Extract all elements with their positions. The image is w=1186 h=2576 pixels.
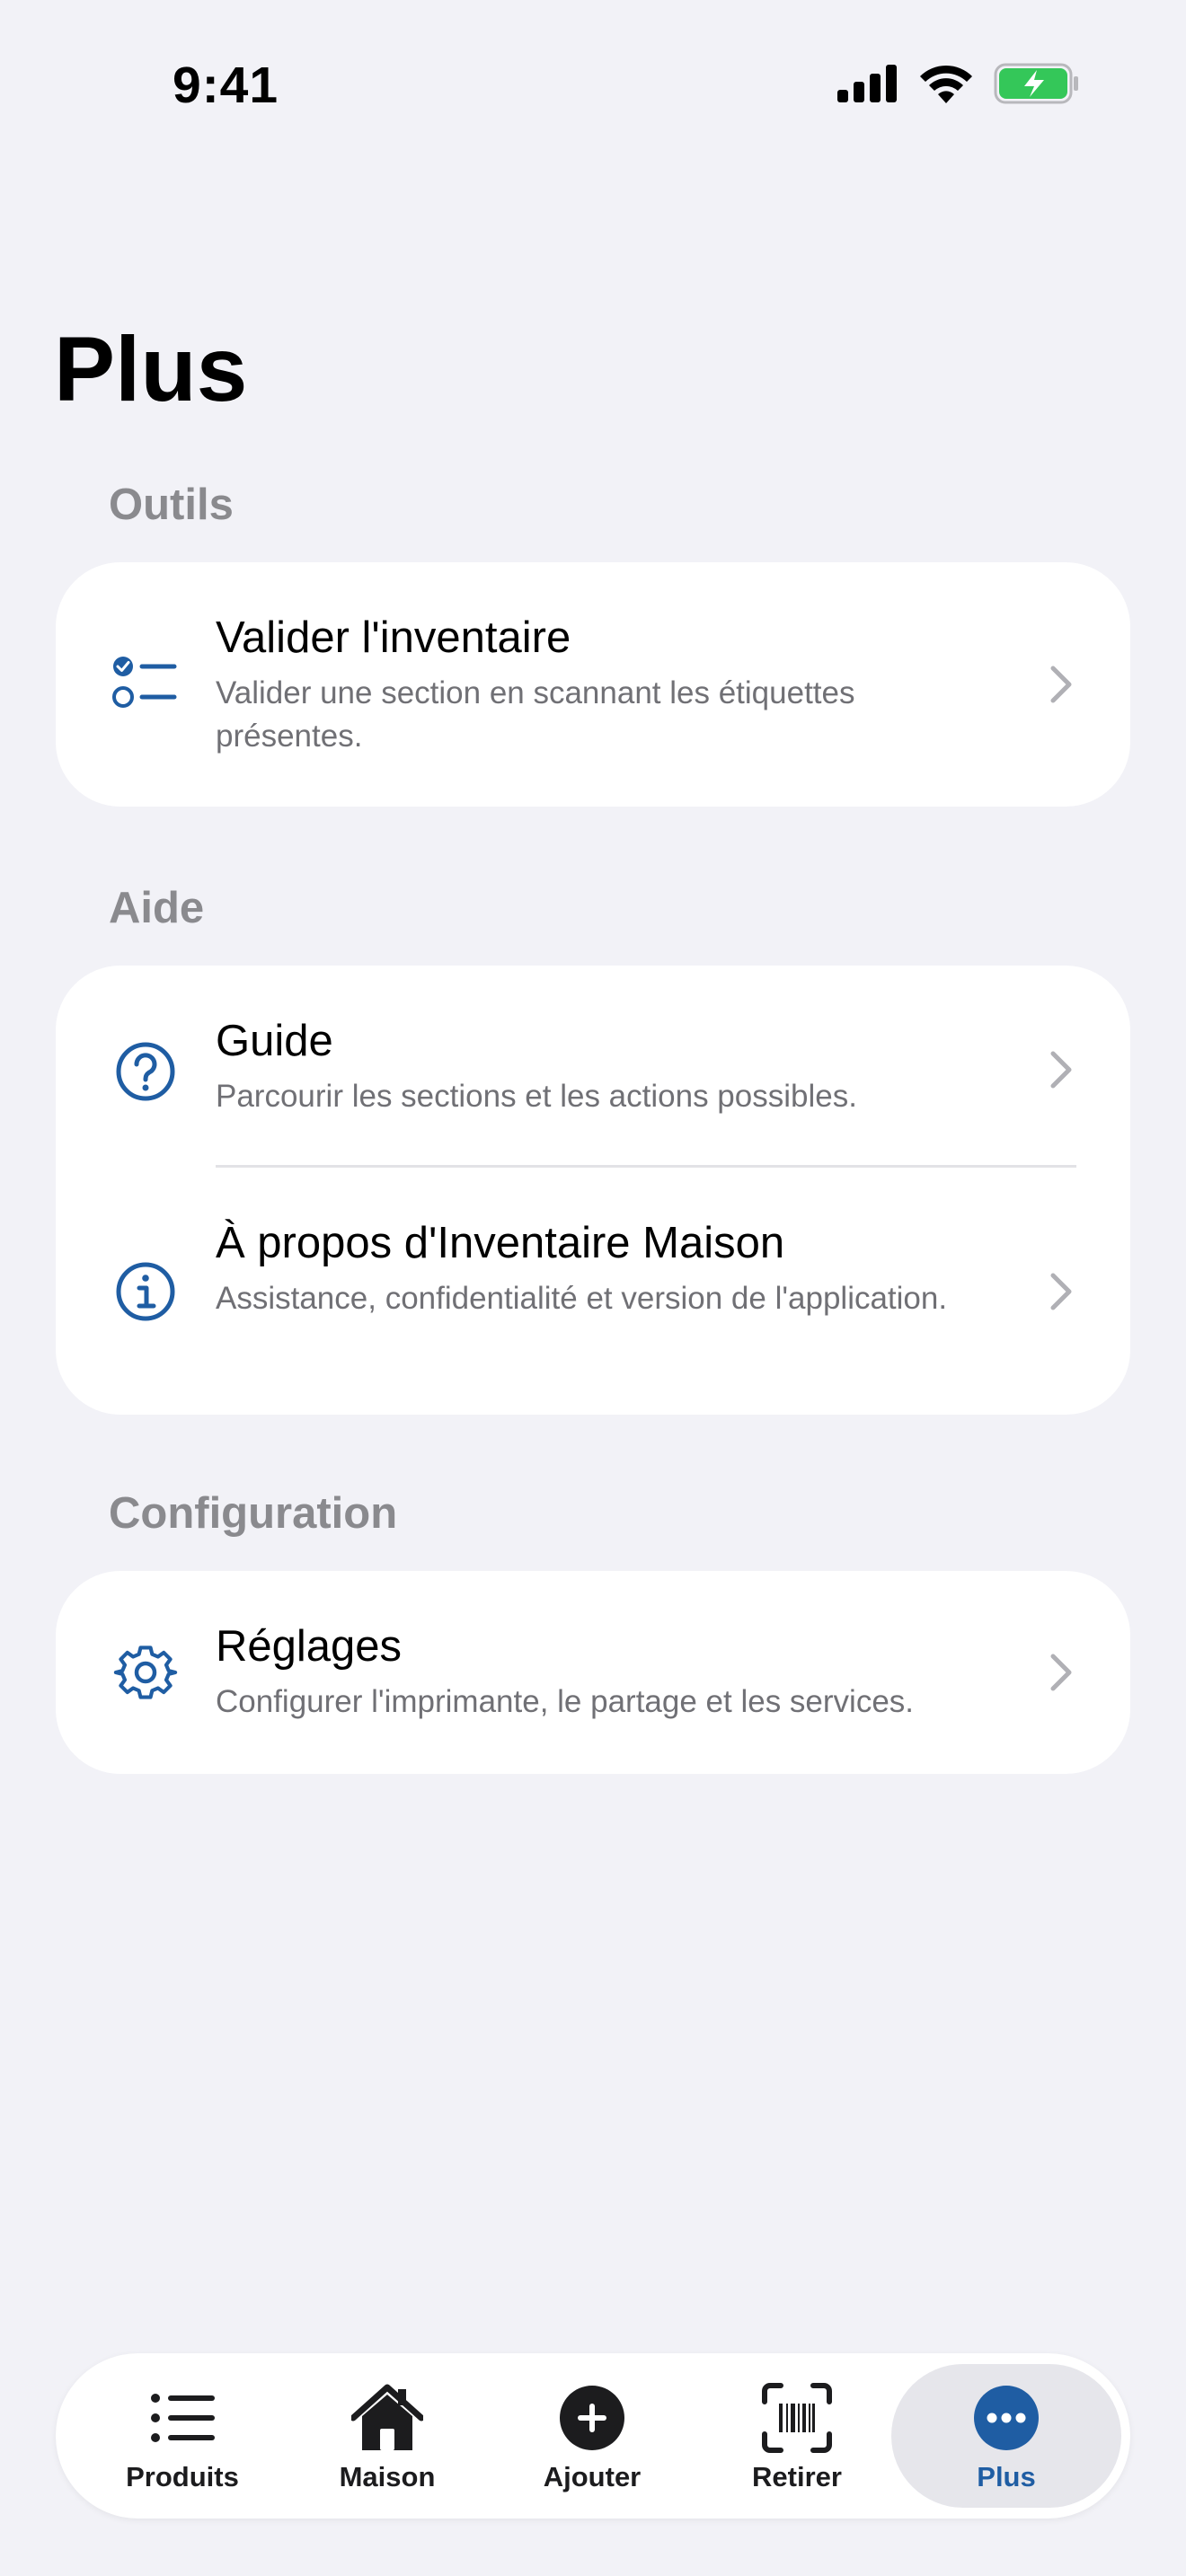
barcode-scan-icon <box>762 2383 832 2453</box>
chevron-right-icon <box>1050 1273 1072 1310</box>
help-card: Guide Parcourir les sections et les acti… <box>56 966 1130 1415</box>
wifi-icon <box>920 65 972 103</box>
row-guide[interactable]: Guide Parcourir les sections et les acti… <box>56 966 1130 1168</box>
row-about[interactable]: À propos d'Inventaire Maison Assistance,… <box>56 1168 1130 1415</box>
row-subtitle: Configurer l'imprimante, le partage et l… <box>216 1684 915 1719</box>
tab-plus[interactable]: Plus <box>903 2353 1110 2519</box>
tab-label: Retirer <box>752 2461 842 2492</box>
status-time: 9:41 <box>173 57 279 114</box>
row-title: Guide <box>216 1017 333 1065</box>
section-header-config: Configuration <box>109 1489 398 1538</box>
tools-card: Valider l'inventaire Valider une section… <box>56 562 1130 807</box>
tab-ajouter[interactable]: Ajouter <box>489 2353 695 2519</box>
row-subtitle: Valider une section en scannant les étiq… <box>216 675 855 754</box>
row-title: Réglages <box>216 1622 403 1671</box>
tab-label: Maison <box>339 2461 436 2492</box>
plus-circle-icon <box>560 2386 624 2450</box>
list-icon <box>151 2394 215 2442</box>
section-header-help: Aide <box>109 884 205 932</box>
house-icon <box>351 2384 423 2450</box>
tab-produits[interactable]: Produits <box>79 2353 286 2519</box>
row-subtitle: Assistance, confidentialité et version d… <box>216 1281 948 1316</box>
checklist-icon <box>112 657 177 708</box>
row-subtitle: Parcourir les sections et les actions po… <box>216 1079 857 1114</box>
tab-label: Ajouter <box>543 2461 642 2492</box>
config-card: Réglages Configurer l'imprimante, le par… <box>56 1571 1130 1774</box>
tab-label: Plus <box>977 2461 1036 2492</box>
row-settings[interactable]: Réglages Configurer l'imprimante, le par… <box>56 1571 1130 1774</box>
chevron-right-icon <box>1050 1654 1072 1691</box>
tab-maison[interactable]: Maison <box>284 2353 491 2519</box>
row-validate-inventory[interactable]: Valider l'inventaire Valider une section… <box>56 562 1130 807</box>
battery-charging-icon <box>994 63 1078 104</box>
row-title: Valider l'inventaire <box>216 613 571 662</box>
question-circle-icon <box>116 1042 175 1101</box>
tab-label: Produits <box>126 2461 239 2492</box>
section-header-tools: Outils <box>109 481 234 529</box>
cellular-signal-icon <box>837 65 897 102</box>
info-circle-icon <box>116 1262 175 1321</box>
tab-bar: Produits Maison Ajouter Retirer Plus <box>56 2353 1130 2519</box>
status-icons <box>837 63 1080 104</box>
tab-retirer[interactable]: Retirer <box>694 2353 900 2519</box>
page-title: Plus <box>54 318 248 420</box>
chevron-right-icon <box>1050 666 1072 703</box>
chevron-right-icon <box>1050 1051 1072 1089</box>
ellipsis-circle-icon <box>974 2386 1039 2450</box>
row-title: À propos d'Inventaire Maison <box>216 1219 785 1267</box>
status-bar: 9:41 <box>0 0 1186 171</box>
gear-icon <box>113 1645 178 1699</box>
